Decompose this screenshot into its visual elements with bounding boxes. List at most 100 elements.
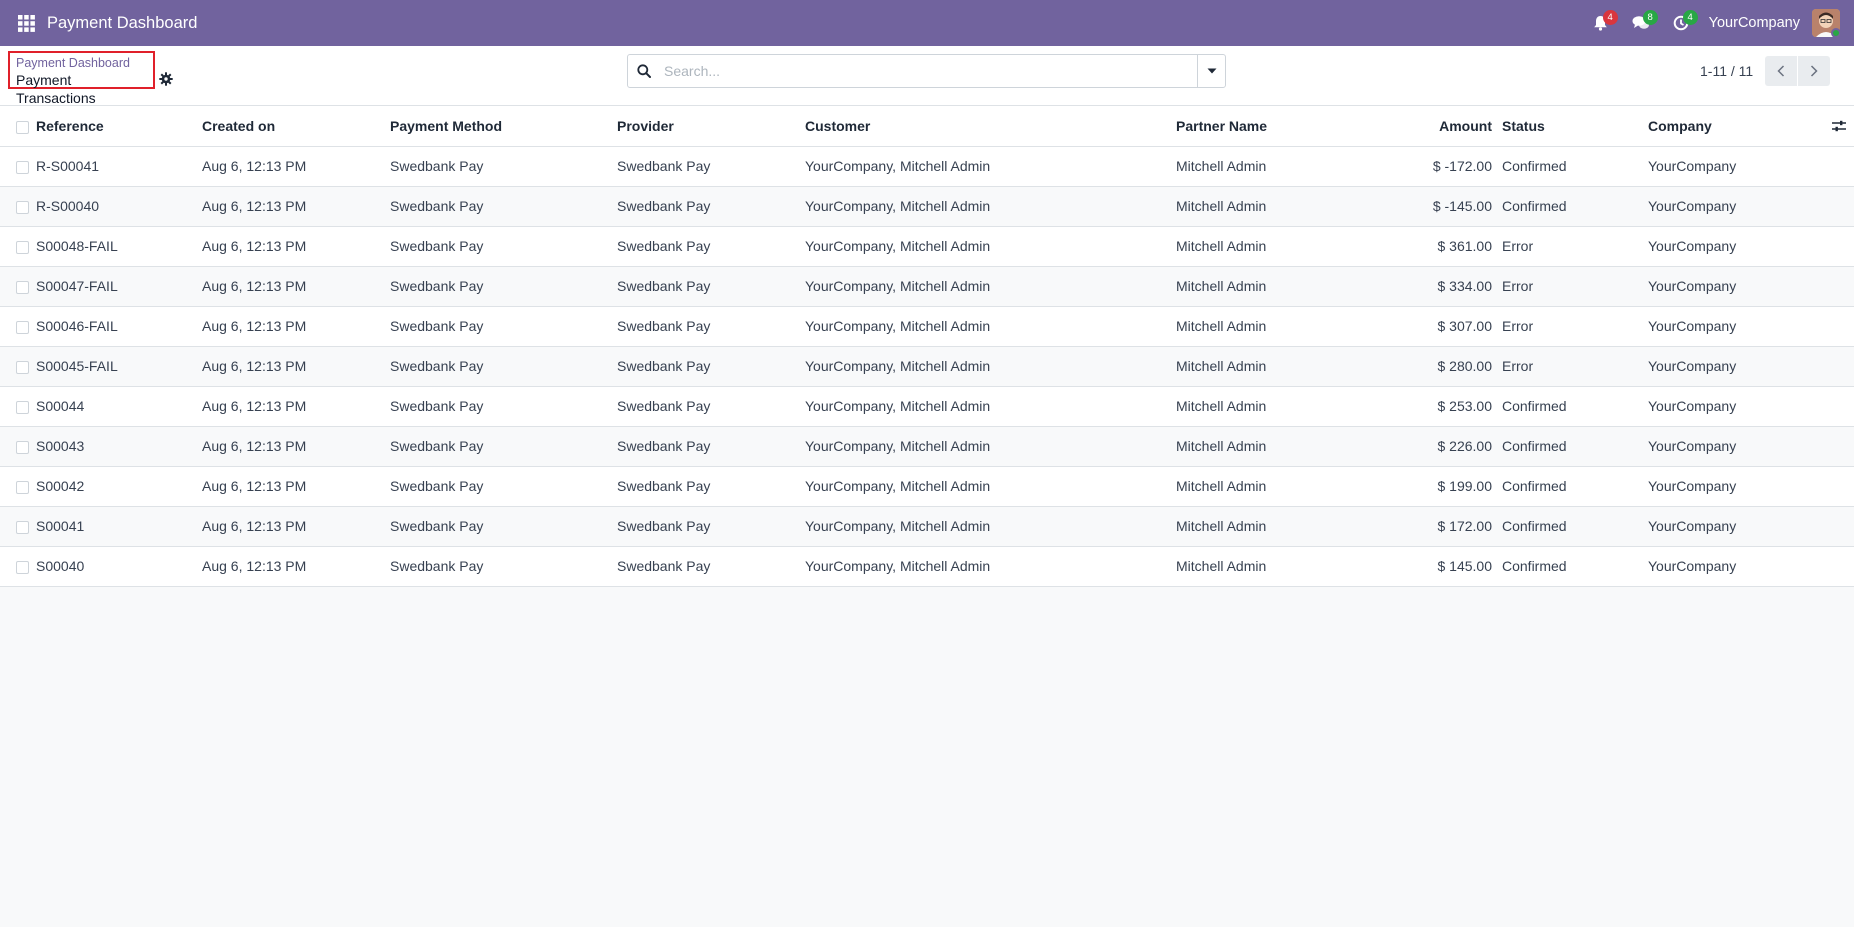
timer-button[interactable]: 4: [1661, 0, 1701, 46]
search-input[interactable]: [660, 55, 1197, 87]
cell-reference[interactable]: S00044: [36, 386, 202, 426]
column-header-payment-method[interactable]: Payment Method: [390, 106, 617, 146]
cell-amount[interactable]: $ 334.00: [1362, 266, 1502, 306]
cell-amount[interactable]: $ 361.00: [1362, 226, 1502, 266]
cell-amount[interactable]: $ 253.00: [1362, 386, 1502, 426]
pager-next-button[interactable]: [1798, 56, 1831, 86]
cell-payment-method[interactable]: Swedbank Pay: [390, 226, 617, 266]
row-checkbox[interactable]: [16, 440, 29, 454]
cell-status[interactable]: Error: [1502, 306, 1648, 346]
cell-company[interactable]: YourCompany: [1648, 226, 1829, 266]
cell-partner-name[interactable]: Mitchell Admin: [1176, 546, 1362, 586]
cell-payment-method[interactable]: Swedbank Pay: [390, 186, 617, 226]
table-row[interactable]: S00041 Aug 6, 12:13 PM Swedbank Pay Swedban…: [0, 506, 1854, 546]
cell-partner-name[interactable]: Mitchell Admin: [1176, 186, 1362, 226]
cell-partner-name[interactable]: Mitchell Admin: [1176, 266, 1362, 306]
cell-company[interactable]: YourCompany: [1648, 266, 1829, 306]
cell-amount[interactable]: $ 172.00: [1362, 506, 1502, 546]
table-row[interactable]: S00042 Aug 6, 12:13 PM Swedbank Pay Swedban…: [0, 466, 1854, 506]
row-checkbox[interactable]: [16, 360, 29, 374]
cell-created-on[interactable]: Aug 6, 12:13 PM: [202, 426, 390, 466]
cell-amount[interactable]: $ -145.00: [1362, 186, 1502, 226]
cell-payment-method[interactable]: Swedbank Pay: [390, 146, 617, 186]
cell-status[interactable]: Confirmed: [1502, 426, 1648, 466]
select-all-checkbox[interactable]: [16, 120, 29, 134]
row-checkbox[interactable]: [16, 160, 29, 174]
cell-customer[interactable]: YourCompany, Mitchell Admin: [805, 186, 1176, 226]
cell-created-on[interactable]: Aug 6, 12:13 PM: [202, 306, 390, 346]
activity-button[interactable]: 4: [1581, 0, 1621, 46]
cell-amount[interactable]: $ 199.00: [1362, 466, 1502, 506]
row-checkbox[interactable]: [16, 520, 29, 534]
cell-customer[interactable]: YourCompany, Mitchell Admin: [805, 346, 1176, 386]
cell-partner-name[interactable]: Mitchell Admin: [1176, 346, 1362, 386]
cell-customer[interactable]: YourCompany, Mitchell Admin: [805, 546, 1176, 586]
cell-status[interactable]: Error: [1502, 266, 1648, 306]
cell-provider[interactable]: Swedbank Pay: [617, 266, 805, 306]
cell-provider[interactable]: Swedbank Pay: [617, 426, 805, 466]
cell-provider[interactable]: Swedbank Pay: [617, 306, 805, 346]
cell-customer[interactable]: YourCompany, Mitchell Admin: [805, 466, 1176, 506]
cell-payment-method[interactable]: Swedbank Pay: [390, 506, 617, 546]
row-checkbox[interactable]: [16, 200, 29, 214]
cell-payment-method[interactable]: Swedbank Pay: [390, 386, 617, 426]
apps-menu-button[interactable]: [0, 0, 52, 46]
cell-provider[interactable]: Swedbank Pay: [617, 186, 805, 226]
cell-status[interactable]: Confirmed: [1502, 186, 1648, 226]
row-checkbox[interactable]: [16, 400, 29, 414]
messages-button[interactable]: 8: [1621, 0, 1661, 46]
cell-partner-name[interactable]: Mitchell Admin: [1176, 506, 1362, 546]
column-header-customer[interactable]: Customer: [805, 106, 1176, 146]
cell-customer[interactable]: YourCompany, Mitchell Admin: [805, 506, 1176, 546]
cell-company[interactable]: YourCompany: [1648, 306, 1829, 346]
cell-partner-name[interactable]: Mitchell Admin: [1176, 426, 1362, 466]
row-checkbox[interactable]: [16, 480, 29, 494]
cell-created-on[interactable]: Aug 6, 12:13 PM: [202, 546, 390, 586]
column-header-created-on[interactable]: Created on: [202, 106, 390, 146]
row-checkbox[interactable]: [16, 280, 29, 294]
cell-status[interactable]: Confirmed: [1502, 546, 1648, 586]
cell-payment-method[interactable]: Swedbank Pay: [390, 306, 617, 346]
cell-provider[interactable]: Swedbank Pay: [617, 346, 805, 386]
column-header-status[interactable]: Status: [1502, 106, 1648, 146]
cell-reference[interactable]: S00040: [36, 546, 202, 586]
table-row[interactable]: S00045-FAIL Aug 6, 12:13 PM Swedbank Pay Sw…: [0, 346, 1854, 386]
cell-customer[interactable]: YourCompany, Mitchell Admin: [805, 306, 1176, 346]
cell-company[interactable]: YourCompany: [1648, 466, 1829, 506]
cell-payment-method[interactable]: Swedbank Pay: [390, 466, 617, 506]
cell-partner-name[interactable]: Mitchell Admin: [1176, 466, 1362, 506]
table-row[interactable]: S00043 Aug 6, 12:13 PM Swedbank Pay Swedban…: [0, 426, 1854, 466]
cell-amount[interactable]: $ -172.00: [1362, 146, 1502, 186]
table-row[interactable]: R-S00041 Aug 6, 12:13 PM Swedbank Pay Swedb…: [0, 146, 1854, 186]
optional-columns-toggle[interactable]: [1829, 120, 1854, 132]
cell-amount[interactable]: $ 307.00: [1362, 306, 1502, 346]
cell-company[interactable]: YourCompany: [1648, 426, 1829, 466]
column-header-company[interactable]: Company: [1648, 106, 1829, 146]
cell-company[interactable]: YourCompany: [1648, 506, 1829, 546]
cell-partner-name[interactable]: Mitchell Admin: [1176, 386, 1362, 426]
cell-payment-method[interactable]: Swedbank Pay: [390, 426, 617, 466]
cell-reference[interactable]: S00041: [36, 506, 202, 546]
column-header-provider[interactable]: Provider: [617, 106, 805, 146]
cell-created-on[interactable]: Aug 6, 12:13 PM: [202, 506, 390, 546]
table-row[interactable]: R-S00040 Aug 6, 12:13 PM Swedbank Pay Swedb…: [0, 186, 1854, 226]
table-row[interactable]: S00040 Aug 6, 12:13 PM Swedbank Pay Swedban…: [0, 546, 1854, 586]
cell-created-on[interactable]: Aug 6, 12:13 PM: [202, 186, 390, 226]
cell-amount[interactable]: $ 226.00: [1362, 426, 1502, 466]
cell-payment-method[interactable]: Swedbank Pay: [390, 346, 617, 386]
cell-provider[interactable]: Swedbank Pay: [617, 386, 805, 426]
cell-created-on[interactable]: Aug 6, 12:13 PM: [202, 386, 390, 426]
cell-customer[interactable]: YourCompany, Mitchell Admin: [805, 386, 1176, 426]
cell-amount[interactable]: $ 280.00: [1362, 346, 1502, 386]
cell-company[interactable]: YourCompany: [1648, 346, 1829, 386]
company-switcher[interactable]: YourCompany: [1709, 15, 1800, 31]
cell-created-on[interactable]: Aug 6, 12:13 PM: [202, 226, 390, 266]
cell-created-on[interactable]: Aug 6, 12:13 PM: [202, 466, 390, 506]
cell-payment-method[interactable]: Swedbank Pay: [390, 546, 617, 586]
cell-provider[interactable]: Swedbank Pay: [617, 546, 805, 586]
column-header-partner-name[interactable]: Partner Name: [1176, 106, 1362, 146]
cell-status[interactable]: Confirmed: [1502, 506, 1648, 546]
app-title[interactable]: Payment Dashboard: [47, 14, 197, 33]
cell-provider[interactable]: Swedbank Pay: [617, 146, 805, 186]
cell-customer[interactable]: YourCompany, Mitchell Admin: [805, 226, 1176, 266]
